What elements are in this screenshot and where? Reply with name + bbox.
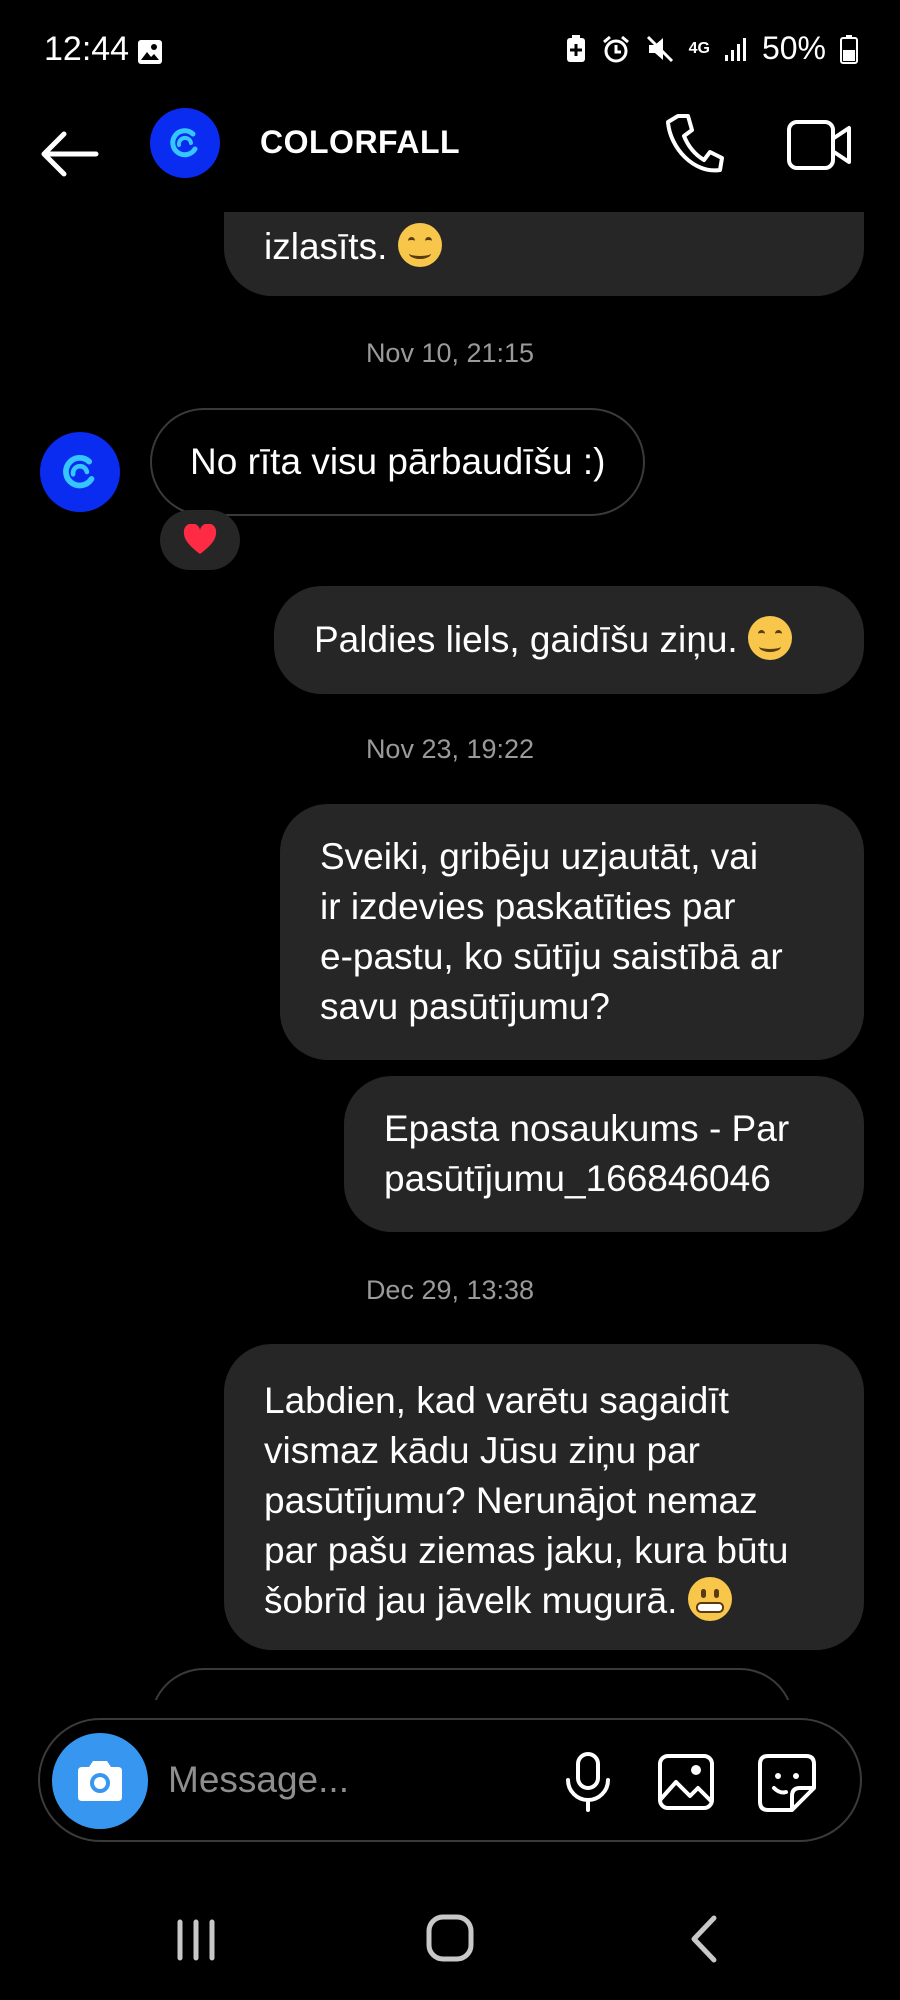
message-bubble-incoming[interactable]: No rīta visu pārbaudīšu :) [150, 408, 646, 516]
timestamp: Nov 23, 19:22 [365, 734, 535, 764]
back-arrow-icon [41, 131, 99, 177]
gallery-icon [658, 1754, 714, 1810]
sticker-button[interactable] [756, 1752, 818, 1814]
gallery-notification-icon [136, 38, 164, 71]
message-bubble-outgoing[interactable]: Paldies liels, gaidīšu ziņu. [274, 586, 864, 694]
alarm-icon [601, 34, 631, 64]
message-text: izlasīts. [264, 226, 388, 267]
brand-logo-icon [170, 128, 198, 158]
message-text: No rīta visu pārbaudīšu :) [190, 441, 606, 482]
voice-message-button[interactable] [560, 1752, 616, 1812]
camera-button[interactable] [52, 1733, 148, 1829]
message-line: pasūtījumu? Nerunājot nemaz [264, 1480, 758, 1521]
recent-apps-button[interactable] [172, 1916, 220, 1964]
camera-icon [78, 1761, 122, 1801]
signal-icon [724, 35, 748, 63]
message-line: pasūtījumu_166846046 [384, 1158, 771, 1199]
message-line: Epasta nosaukums - Par [384, 1108, 790, 1149]
message-bubble-outgoing[interactable]: Sveiki, gribēju uzjautāt, vai ir izdevie… [280, 804, 864, 1060]
battery-label: 50% [761, 30, 826, 66]
sticker-icon [758, 1754, 816, 1812]
message-line: Sveiki, gribēju uzjautāt, vai [320, 836, 759, 877]
message-line: Labdien, kad varētu sagaidīt [264, 1380, 729, 1421]
message-bubble-outgoing[interactable]: Labdien, kad varētu sagaidīt vismaz kādu… [224, 1344, 864, 1650]
message-line: vismaz kādu Jūsu ziņu par [264, 1430, 700, 1471]
message-text: Paldies liels, gaidīšu ziņu. [314, 619, 738, 660]
smiling-face-emoji [397, 223, 442, 267]
heart-reaction[interactable] [160, 510, 240, 570]
heart-icon [183, 524, 217, 554]
sender-avatar[interactable] [40, 432, 120, 512]
recent-apps-icon [177, 1919, 215, 1961]
back-icon [691, 1915, 717, 1963]
video-call-icon [787, 120, 851, 170]
message-bubble-outgoing[interactable]: Epasta nosaukums - Par pasūtījumu_166846… [344, 1076, 864, 1232]
battery-saver-icon [565, 34, 587, 64]
brand-logo-icon [63, 455, 95, 489]
gallery-button[interactable] [656, 1752, 716, 1812]
status-time: 12:44 [44, 30, 130, 68]
timestamp: Nov 10, 21:15 [365, 338, 535, 368]
back-button[interactable] [38, 122, 102, 186]
message-line: savu pasūtījumu? [320, 986, 611, 1027]
video-call-button[interactable] [786, 116, 852, 174]
timestamp: Dec 29, 13:38 [365, 1275, 535, 1305]
contact-name[interactable]: COLORFALL [260, 124, 460, 161]
message-line: par pašu ziemas jaku, kura būtu [264, 1530, 789, 1571]
smiling-face-emoji [747, 616, 792, 660]
home-button[interactable] [424, 1912, 476, 1964]
nav-back-button[interactable] [686, 1914, 720, 1964]
message-line: e-pastu, ko sūtīju saistībā ar [320, 936, 783, 977]
message-input[interactable] [168, 1752, 548, 1808]
message-line: ir izdevies paskatīties par [320, 886, 736, 927]
home-icon [426, 1914, 474, 1962]
status-icons: 4G 50% [565, 30, 858, 67]
voice-call-button[interactable] [664, 112, 724, 178]
battery-icon [840, 34, 858, 64]
message-line: šobrīd jau jāvelk mugurā. [264, 1580, 678, 1621]
phone-call-icon [666, 114, 724, 173]
microphone-icon [566, 1752, 610, 1812]
grimacing-face-emoji [687, 1577, 732, 1621]
mute-icon [645, 34, 675, 64]
contact-avatar[interactable] [150, 108, 220, 178]
network-label: 4G [688, 39, 710, 57]
